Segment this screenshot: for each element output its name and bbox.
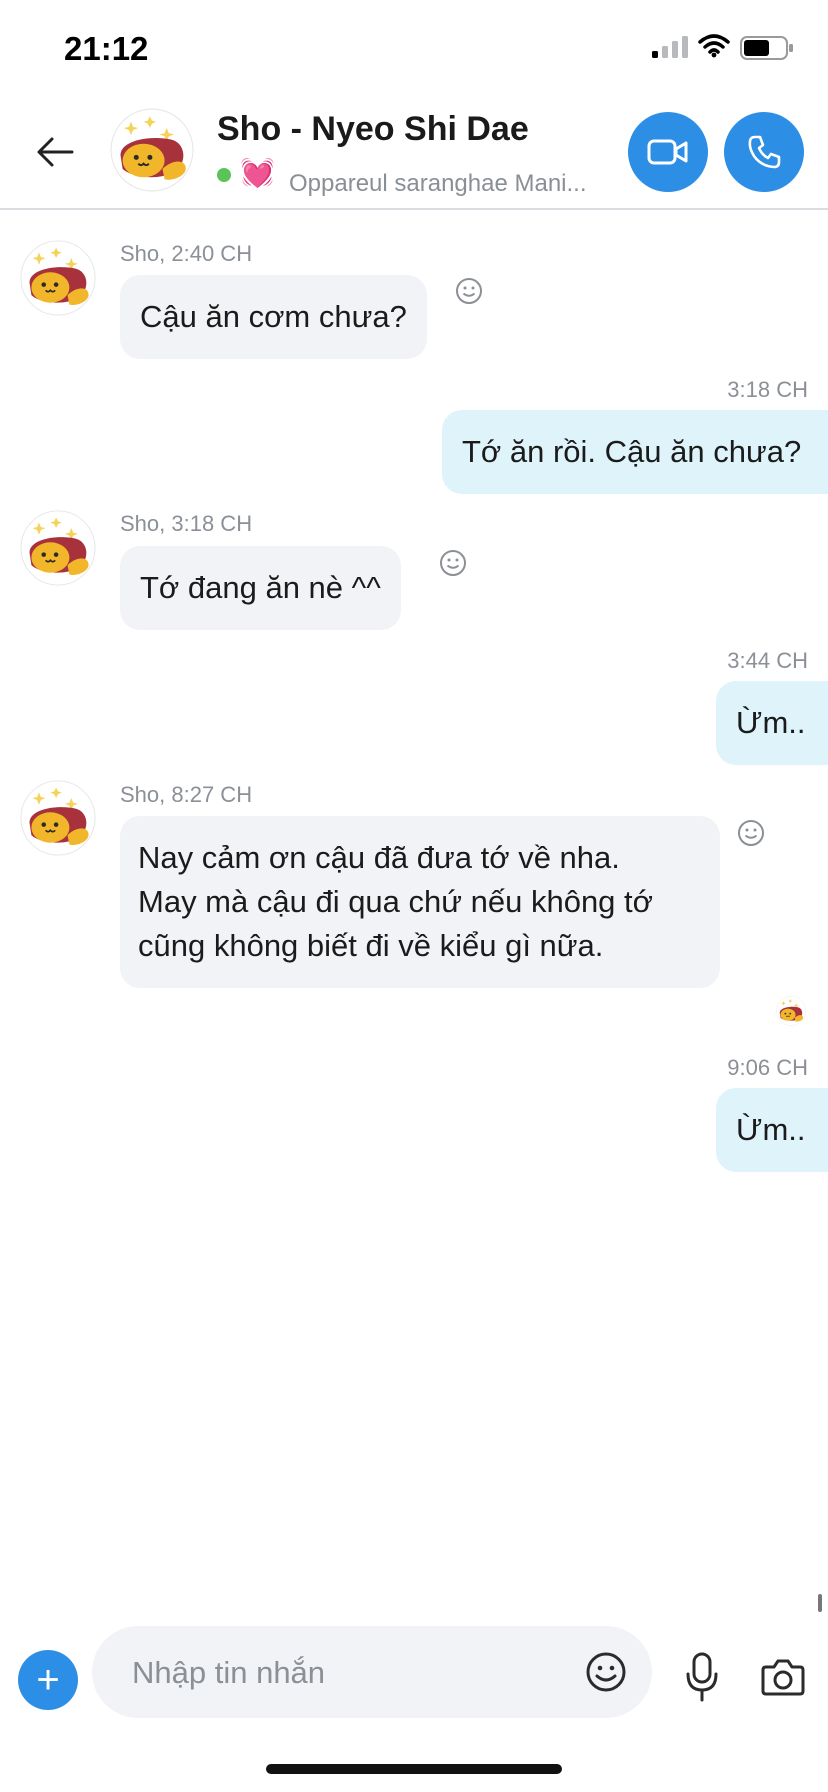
message-line: cũng không biết đi về kiểu gì nữa.: [138, 928, 604, 963]
message-input[interactable]: [130, 1646, 554, 1700]
outgoing-message-bubble[interactable]: Ừm..: [716, 1088, 828, 1172]
cellular-signal-icon: [652, 36, 688, 58]
add-reaction-icon[interactable]: [454, 276, 484, 306]
incoming-message-bubble[interactable]: Tớ đang ăn nè ^^: [120, 546, 401, 630]
contact-status-message: Oppareul saranghae Mani...: [289, 170, 587, 197]
message-meta: Sho, 2:40 CH: [120, 241, 253, 266]
back-arrow-icon[interactable]: [32, 128, 80, 176]
home-indicator[interactable]: [266, 1764, 562, 1774]
sender-avatar[interactable]: [20, 240, 96, 316]
outgoing-message-bubble[interactable]: Tớ ăn rồi. Cậu ăn chưa?: [442, 410, 828, 494]
outgoing-message-bubble[interactable]: Ừm..: [716, 681, 828, 765]
online-status-dot: [217, 168, 231, 182]
battery-icon: [740, 36, 793, 60]
video-camera-icon: [647, 139, 688, 165]
video-call-button[interactable]: [628, 112, 708, 192]
microphone-icon[interactable]: [682, 1650, 722, 1706]
contact-avatar[interactable]: [110, 108, 194, 192]
message-composer: [92, 1626, 652, 1718]
status-time: 21:12: [64, 30, 149, 67]
scrollbar-thumb[interactable]: [818, 1594, 822, 1612]
message-meta: Sho, 8:27 CH: [120, 782, 253, 807]
phone-icon: [748, 135, 781, 169]
incoming-message-bubble[interactable]: Cậu ăn cơm chưa?: [120, 275, 427, 359]
message-meta: 3:44 CH: [727, 648, 808, 673]
contact-name[interactable]: Sho - Nyeo Shi Dae: [217, 110, 529, 149]
sender-avatar[interactable]: [20, 780, 96, 856]
add-attachment-button[interactable]: +: [18, 1650, 78, 1710]
emoji-icon[interactable]: [584, 1650, 628, 1694]
plus-icon: +: [36, 1657, 60, 1702]
chat-header: Sho - Nyeo Shi Dae 💓 Oppareul saranghae …: [0, 96, 828, 210]
voice-call-button[interactable]: [724, 112, 804, 192]
add-reaction-icon[interactable]: [736, 818, 766, 848]
message-meta: 3:18 CH: [727, 377, 808, 402]
status-bar: 21:12: [0, 0, 828, 96]
add-reaction-icon[interactable]: [438, 548, 468, 578]
seen-avatar-indicator: [776, 996, 806, 1026]
camera-icon[interactable]: [760, 1654, 806, 1700]
message-meta: 9:06 CH: [727, 1055, 808, 1080]
wifi-icon: [698, 34, 730, 58]
message-line: Nay cảm ơn cậu đã đưa tớ về nha.: [138, 840, 620, 875]
sender-avatar[interactable]: [20, 510, 96, 586]
heart-icon: 💓: [240, 157, 275, 188]
message-line: May mà cậu đi qua chứ nếu không tớ: [138, 884, 653, 919]
incoming-message-bubble[interactable]: Nay cảm ơn cậu đã đưa tớ về nha. May mà …: [120, 816, 720, 988]
message-meta: Sho, 3:18 CH: [120, 511, 253, 536]
